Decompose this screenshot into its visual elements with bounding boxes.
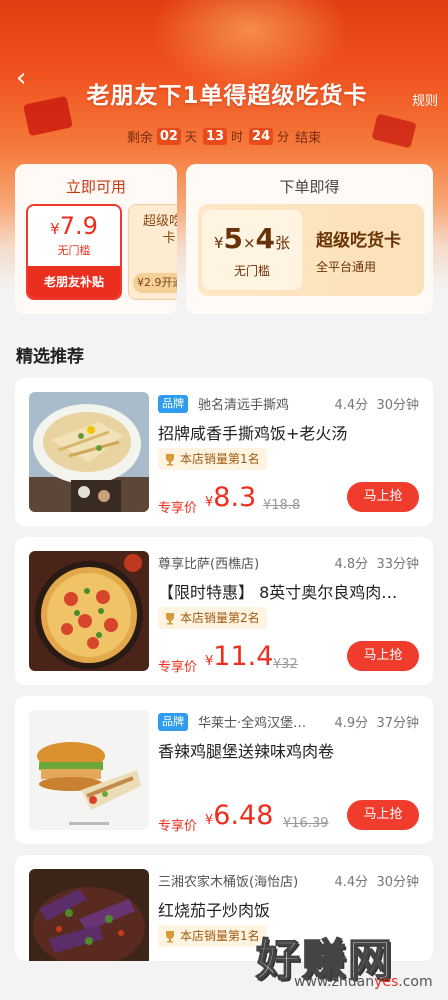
coupon-tag: 老朋友补贴 xyxy=(28,266,120,298)
bundle-value: 5 xyxy=(223,222,243,255)
coupon-amount: ¥7.9 xyxy=(28,212,120,240)
grab-button[interactable]: 马上抢 xyxy=(347,482,419,512)
countdown-hours: 13 xyxy=(202,128,228,145)
bundle-subtitle: 全平台通用 xyxy=(316,260,377,274)
rating-time: 4.4分 30分钟 xyxy=(335,871,420,890)
brand-badge: 品牌 xyxy=(158,395,188,413)
trophy-icon xyxy=(166,454,174,466)
original-price: ¥16.39 xyxy=(283,816,329,831)
shop-name: 三湘农家木桶饭(海怡店) xyxy=(158,875,299,890)
sales-rank-badge: 本店销量第1名 xyxy=(158,448,267,470)
page-title: 老朋友下1单得超级吃货卡 xyxy=(86,83,368,109)
price-value: 11.4 xyxy=(213,641,274,672)
countdown-hours-unit: 时 xyxy=(231,130,244,144)
rating: 4.9分 xyxy=(334,716,369,731)
trophy-icon xyxy=(166,931,174,943)
bundle-amount: ¥5×4张 xyxy=(202,222,302,255)
grab-button[interactable]: 马上抢 xyxy=(347,641,419,671)
rating-time: 4.9分 37分钟 xyxy=(335,712,420,731)
sales-rank-text: 本店销量第1名 xyxy=(180,452,260,466)
bundle-name: 超级吃货卡 xyxy=(316,231,401,251)
dish-name: 香辣鸡腿堡送辣味鸡肉卷 xyxy=(158,742,335,761)
dish-name: 招牌咸香手撕鸡饭+老火汤 xyxy=(158,424,348,443)
shop-name: 华莱士·全鸡汉堡… xyxy=(198,716,307,731)
foodie-card-price: ¥2.9开通 xyxy=(133,273,177,293)
price-value: 8.3 xyxy=(213,482,257,513)
times-symbol: × xyxy=(242,234,256,252)
watermark-url-part: www.zhuan xyxy=(294,974,375,990)
countdown-days-unit: 天 xyxy=(184,130,197,144)
list-item[interactable]: 尊享比萨(西樵店) 4.8分 33分钟 【限时特惠】 8英寸奥尔良鸡肉… 本店销… xyxy=(15,537,433,685)
countdown-days: 02 xyxy=(156,128,181,145)
delivery-time: 33分钟 xyxy=(376,557,419,572)
food-image-shredded-chicken xyxy=(29,392,149,512)
original-price: ¥18.8 xyxy=(263,498,301,513)
old-friend-coupon[interactable]: ¥7.9 无门槛 老朋友补贴 xyxy=(26,204,122,300)
shop-name: 尊享比萨(西樵店) xyxy=(158,557,260,572)
rating: 4.4分 xyxy=(334,875,369,890)
sales-rank-badge: 本店销量第2名 xyxy=(158,607,267,629)
available-heading: 立即可用 xyxy=(65,178,126,196)
foodie-card-name: 超级吃货卡 xyxy=(142,214,177,246)
bundle-count: 4 xyxy=(255,222,276,255)
bundle-unit: 张 xyxy=(275,234,291,252)
rating-time: 4.4分 30分钟 xyxy=(335,394,420,413)
foodie-card-coupon[interactable]: 超级吃货卡 ¥2.9开通 xyxy=(128,204,177,300)
grab-button[interactable]: 马上抢 xyxy=(347,800,419,830)
dish-name: 红烧茄子炒肉饭 xyxy=(158,901,271,920)
delivery-time: 30分钟 xyxy=(376,875,419,890)
coupon-condition: 无门槛 xyxy=(57,244,91,257)
delivery-time: 30分钟 xyxy=(376,398,419,413)
foodie-card-bundle[interactable]: ¥5×4张 无门槛 超级吃货卡 全平台通用 xyxy=(198,204,424,296)
order-gift-card: 下单即得 ¥5×4张 无门槛 超级吃货卡 全平台通用 xyxy=(186,164,433,314)
price-label: 专享价 xyxy=(158,819,198,834)
site-watermark: 好赚网 www.zhuanyes.com xyxy=(255,924,441,994)
rules-link[interactable]: 规则 xyxy=(412,90,438,109)
section-title: 精选推荐 xyxy=(16,347,84,367)
currency-symbol: ¥ xyxy=(50,220,60,238)
deal-price: ¥6.48 xyxy=(205,800,273,831)
delivery-time: 37分钟 xyxy=(376,716,419,731)
countdown: 剩余 02 天 13 时 24 分 结束 xyxy=(0,127,448,146)
original-price: ¥32 xyxy=(273,657,298,672)
price-value: 6.48 xyxy=(213,800,274,831)
bundle-condition: 无门槛 xyxy=(233,264,270,278)
food-image-pizza xyxy=(29,551,149,671)
list-item[interactable]: 品牌 驰名清远手撕鸡 4.4分 30分钟 招牌咸香手撕鸡饭+老火汤 本店销量第1… xyxy=(15,378,433,526)
back-icon[interactable]: ‹ xyxy=(16,64,40,92)
trophy-icon xyxy=(166,613,174,625)
price-label: 专享价 xyxy=(158,660,198,675)
sales-rank-badge: 本店销量第1名 xyxy=(158,925,267,947)
sales-rank-text: 本店销量第2名 xyxy=(180,611,260,625)
watermark-url-part: .com xyxy=(398,974,433,990)
countdown-minutes-unit: 分 xyxy=(277,130,290,144)
shop-name: 驰名清远手撕鸡 xyxy=(198,398,290,413)
countdown-suffix: 结束 xyxy=(295,131,322,146)
rating: 4.8分 xyxy=(334,557,369,572)
coupon-value: 7.9 xyxy=(59,212,98,240)
food-image-eggplant xyxy=(29,869,149,961)
dish-name: 【限时特惠】 8英寸奥尔良鸡肉… xyxy=(158,583,398,602)
countdown-minutes: 24 xyxy=(249,128,274,145)
rating-time: 4.8分 33分钟 xyxy=(335,553,420,572)
list-item[interactable]: 品牌 华莱士·全鸡汉堡… 4.9分 37分钟 香辣鸡腿堡送辣味鸡肉卷 专享价 ¥… xyxy=(15,696,433,844)
food-image-burger-wrap xyxy=(29,710,149,830)
price-label: 专享价 xyxy=(158,501,198,516)
deal-price: ¥11.4 xyxy=(205,641,273,672)
rating: 4.4分 xyxy=(334,398,369,413)
deal-price: ¥8.3 xyxy=(205,482,256,513)
order-gift-heading: 下单即得 xyxy=(279,178,340,196)
watermark-url: www.zhuanyes.com xyxy=(294,974,433,990)
sales-rank-text: 本店销量第1名 xyxy=(180,929,260,943)
watermark-url-highlight: yes xyxy=(374,974,399,990)
brand-badge: 品牌 xyxy=(158,713,188,731)
available-now-card: 立即可用 ¥7.9 无门槛 老朋友补贴 超级吃货卡 ¥2.9开通 xyxy=(15,164,177,314)
countdown-prefix: 剩余 xyxy=(126,131,153,146)
